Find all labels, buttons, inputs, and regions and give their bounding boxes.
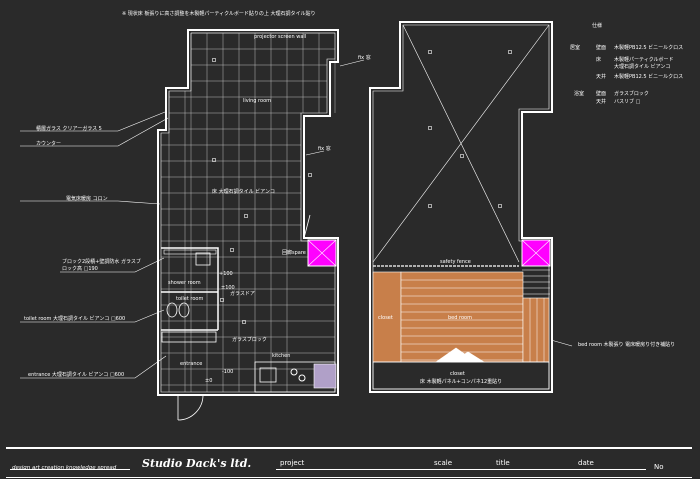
title-block-rule-2 bbox=[276, 469, 646, 470]
living-room-label: living room bbox=[243, 98, 271, 104]
no-field-label: No bbox=[654, 463, 664, 471]
wood-floor-deck bbox=[522, 297, 550, 363]
fridge bbox=[313, 363, 337, 389]
closet-left-label: closet bbox=[378, 315, 393, 321]
projector-wall-label: projector screen wall bbox=[254, 34, 307, 40]
left-note-heating: 電気床暖房 コロン bbox=[66, 196, 108, 202]
schedule-spec: 木製軽PB12.5 ビニールクロス bbox=[614, 74, 684, 80]
entrance-label: entrance bbox=[180, 361, 203, 367]
date-field-label: date bbox=[578, 459, 594, 467]
kitchen-label: kitchen bbox=[272, 353, 291, 359]
tagline: design art creation knowledge spread bbox=[12, 465, 117, 471]
floor-finish-label: 床 大理石調タイル ビアンコ bbox=[212, 189, 275, 195]
schedule-spec: 木製軽パーティクルボード bbox=[614, 57, 674, 63]
schedule-part: 壁面 bbox=[596, 91, 607, 97]
toilet-room-label: toilet room bbox=[176, 296, 204, 302]
scale-field-label: scale bbox=[434, 459, 453, 467]
schedule-spec: バスリブ □ bbox=[614, 99, 641, 105]
shower-room-label: shower room bbox=[168, 280, 201, 286]
spare-label: 回廊spare bbox=[282, 250, 306, 256]
left-note-entrance: entrance 大理石調タイル ビアンコ □600 bbox=[28, 372, 125, 378]
schedule-spec: 大理石調タイル ビアンコ bbox=[614, 64, 671, 70]
height-value-2: +100 bbox=[219, 271, 233, 277]
schedule-spec: 木製軽PB12.5 ビニールクロス bbox=[614, 45, 684, 51]
right-floor-note: 床 木製軽パネル+コンパネ12重貼り bbox=[420, 379, 503, 385]
right-note-fix-window-1: fix 窓 bbox=[358, 55, 371, 61]
right-note-fix-window-2: fix 窓 bbox=[318, 146, 331, 152]
schedule-spec: ガラスブロック bbox=[614, 91, 649, 97]
schedule-part: 壁面 bbox=[596, 45, 607, 51]
left-note-toilet: toilet room 大理石調タイル ビアンコ □600 bbox=[24, 316, 126, 322]
left-note-block: ブロック2段積+壁調防水 ガラスブロック高 □190 bbox=[62, 259, 141, 272]
glass-block-label: ガラスブロック bbox=[232, 337, 267, 343]
left-note-counter: カウンター bbox=[36, 141, 62, 147]
brand-logo-text: Studio Dack's ltd. bbox=[142, 457, 252, 470]
schedule-room: 浴室 bbox=[574, 91, 585, 97]
safety-fence-label: safety fence bbox=[440, 259, 471, 265]
schedule-heading: 仕様 bbox=[592, 23, 603, 29]
project-field-label: project bbox=[280, 459, 305, 467]
schedule-part: 天井 bbox=[596, 99, 607, 105]
title-field-label: title bbox=[496, 459, 510, 467]
title-block-rule-1 bbox=[10, 469, 130, 470]
closet-bottom-label: closet bbox=[450, 371, 465, 377]
schedule-part: 床 bbox=[596, 57, 602, 63]
schedule-room: 居室 bbox=[570, 45, 581, 51]
bed-room-note: bed room 木製張り 電床暖房り付き補貼り bbox=[578, 342, 676, 348]
height-value-3: ±100 bbox=[221, 285, 235, 291]
left-note-glass: 積層ガラス クリアーガラス 5 bbox=[36, 126, 102, 132]
bed-room-label: bed room bbox=[448, 315, 472, 321]
floor-plan-drawing bbox=[0, 0, 700, 479]
schedule-part: 天井 bbox=[596, 74, 607, 80]
height-mark: ±0 bbox=[205, 378, 213, 384]
height-value: -100 bbox=[222, 369, 234, 375]
top-note: ※ 現状床 板張りに高さ調整を木製軽パーティクルボード貼りの上 大理石調タイル貼… bbox=[122, 11, 316, 17]
shower-door-label: ガラスドア bbox=[230, 291, 255, 297]
